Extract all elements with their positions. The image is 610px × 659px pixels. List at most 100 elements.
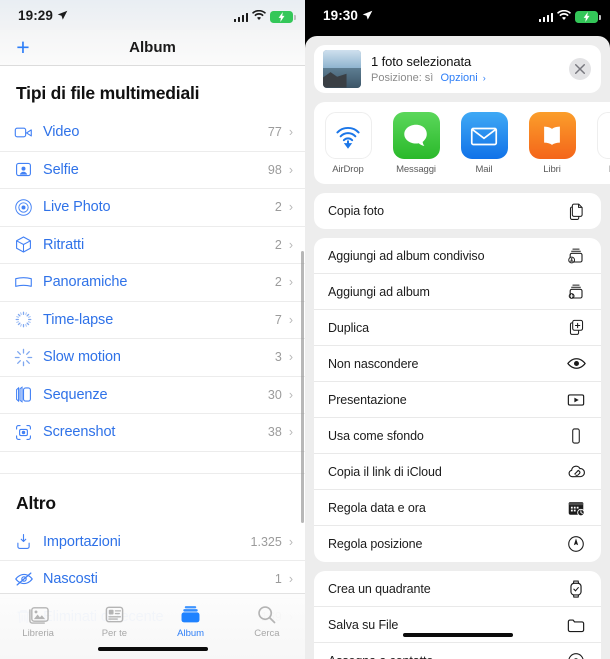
action-row-copia-link-icloud[interactable]: Copia il link di iCloud [314, 454, 601, 490]
share-app-mail[interactable]: Mail [450, 112, 518, 175]
share-app-promemoria[interactable]: Prom [586, 112, 610, 175]
action-row-assegna-a-contatto[interactable]: Assegna a contatto [314, 643, 601, 659]
home-indicator [402, 632, 513, 637]
chevron-right-icon: › [288, 534, 293, 549]
wallpaper-phone-icon [564, 427, 588, 445]
right-phone-share-sheet: 19:30 1 foto selezionata Posizione: sì O… [305, 0, 610, 659]
action-row-regola-posizione[interactable]: Regola posizione [314, 526, 601, 562]
action-group-2: Aggiungi ad album condiviso Aggiungi ad … [314, 238, 601, 562]
video-camera-icon [14, 123, 39, 142]
album-row-time-lapse[interactable]: Time-lapse 7 › [0, 301, 305, 339]
action-row-duplica[interactable]: Duplica [314, 310, 601, 346]
album-row-ritratti[interactable]: Ritratti 2 › [0, 226, 305, 264]
album-row-live-photo[interactable]: Live Photo 2 › [0, 189, 305, 227]
folder-icon [564, 615, 588, 635]
share-app-airdrop[interactable]: AirDrop [314, 112, 382, 175]
action-label: Usa come sfondo [328, 428, 424, 443]
album-row-selfie[interactable]: Selfie 98 › [0, 151, 305, 189]
album-row-sequenze[interactable]: Sequenze 30 › [0, 376, 305, 414]
tab-per-te[interactable]: Per te [76, 601, 152, 639]
chevron-right-icon: › [288, 200, 293, 215]
action-row-non-nascondere[interactable]: Non nascondere [314, 346, 601, 382]
album-row-video[interactable]: Video 77 › [0, 114, 305, 152]
album-row-importazioni[interactable]: Importazioni 1.325 › [0, 523, 305, 561]
for-you-icon [76, 601, 152, 627]
cellular-bars-icon [538, 12, 553, 22]
tab-label: Per te [101, 628, 128, 639]
icloud-link-icon [564, 461, 588, 482]
action-row-crea-un-quadrante[interactable]: Crea un quadrante [314, 571, 601, 607]
album-count: 77 [267, 125, 282, 140]
copy-documents-icon [564, 202, 588, 221]
action-row-presentazione[interactable]: Presentazione [314, 382, 601, 418]
battery-charging-icon [575, 11, 601, 23]
screenshot-icon [14, 423, 39, 442]
import-arrow-icon [14, 532, 39, 551]
album-count: 1 [274, 572, 282, 587]
shared-album-add-icon [564, 246, 588, 266]
action-row-copia-foto[interactable]: Copia foto [314, 193, 601, 229]
tab-libreria[interactable]: Libreria [0, 601, 76, 639]
chevron-right-icon: › [482, 72, 486, 83]
share-app-row[interactable]: AirDrop Messaggi Mail Libri [314, 102, 610, 184]
section-divider [0, 451, 305, 474]
eye-slash-icon [14, 569, 39, 589]
eye-icon [564, 353, 588, 374]
tab-label: Album [177, 628, 205, 639]
sheet-grabber[interactable] [305, 36, 610, 41]
slow-motion-icon [14, 348, 39, 367]
location-arrow-icon [57, 10, 68, 21]
action-row-usa-come-sfondo[interactable]: Usa come sfondo [314, 418, 601, 454]
selection-title: 1 foto selezionata [371, 53, 472, 69]
reminders-icon [596, 112, 610, 159]
timelapse-icon [14, 310, 39, 329]
album-row-slow-motion[interactable]: Slow motion 3 › [0, 339, 305, 377]
album-count: 7 [274, 312, 282, 327]
album-label: Ritratti [43, 236, 85, 253]
chevron-right-icon: › [288, 387, 293, 402]
chevron-right-icon: › [288, 275, 293, 290]
album-label: Video [43, 124, 80, 141]
tab-album[interactable]: Album [153, 601, 229, 639]
contact-circle-icon [564, 651, 588, 659]
album-label: Sequenze [43, 386, 108, 403]
share-app-messaggi[interactable]: Messaggi [382, 112, 450, 175]
share-app-label: Messaggi [396, 164, 436, 175]
album-label: Importazioni [43, 533, 121, 550]
mail-icon [460, 112, 508, 159]
wifi-icon [252, 8, 266, 26]
share-app-libri[interactable]: Libri [518, 112, 586, 175]
portrait-cube-icon [14, 235, 39, 254]
album-count: 2 [274, 200, 282, 215]
chevron-right-icon: › [288, 125, 293, 140]
action-row-regola-data-e-ora[interactable]: Regola data e ora [314, 490, 601, 526]
share-app-label: Prom [586, 164, 610, 175]
left-nav-bar: + Album [0, 30, 305, 66]
vertical-scrollbar[interactable] [301, 251, 304, 523]
status-time: 19:30 [323, 7, 359, 23]
album-row-panoramiche[interactable]: Panoramiche 2 › [0, 264, 305, 302]
action-group-3: Crea un quadrante Salva su File Assegna … [314, 571, 601, 659]
album-row-screenshot[interactable]: Screenshot 38 › [0, 414, 305, 452]
add-album-button[interactable]: + [10, 35, 36, 61]
options-link[interactable]: Opzioni [440, 72, 477, 84]
search-icon [229, 601, 305, 627]
share-sheet: 1 foto selezionata Posizione: sì Opzioni… [305, 36, 610, 659]
album-label: Slow motion [43, 349, 121, 366]
action-row-salva-su-file[interactable]: Salva su File [314, 607, 601, 643]
selection-subtitle: Posizione: sì Opzioni › [371, 72, 569, 84]
album-label: Nascosti [43, 571, 98, 588]
action-row-aggiungi-ad-album-condiviso[interactable]: Aggiungi ad album condiviso [314, 238, 601, 274]
albums-scroll-area[interactable]: Tipi di file multimediali Video 77 › Sel… [0, 66, 305, 623]
share-app-label: Mail [475, 164, 493, 175]
section-heading-other: Altro [16, 492, 56, 513]
tab-cerca[interactable]: Cerca [229, 601, 305, 639]
tab-label: Libreria [22, 628, 54, 639]
duplicate-icon [564, 318, 588, 337]
chevron-right-icon: › [288, 162, 293, 177]
album-count: 3 [274, 350, 282, 365]
action-label: Duplica [328, 320, 369, 335]
close-icon[interactable] [569, 57, 591, 80]
action-row-aggiungi-ad-album[interactable]: Aggiungi ad album [314, 274, 601, 310]
photo-thumbnail[interactable] [323, 49, 361, 88]
